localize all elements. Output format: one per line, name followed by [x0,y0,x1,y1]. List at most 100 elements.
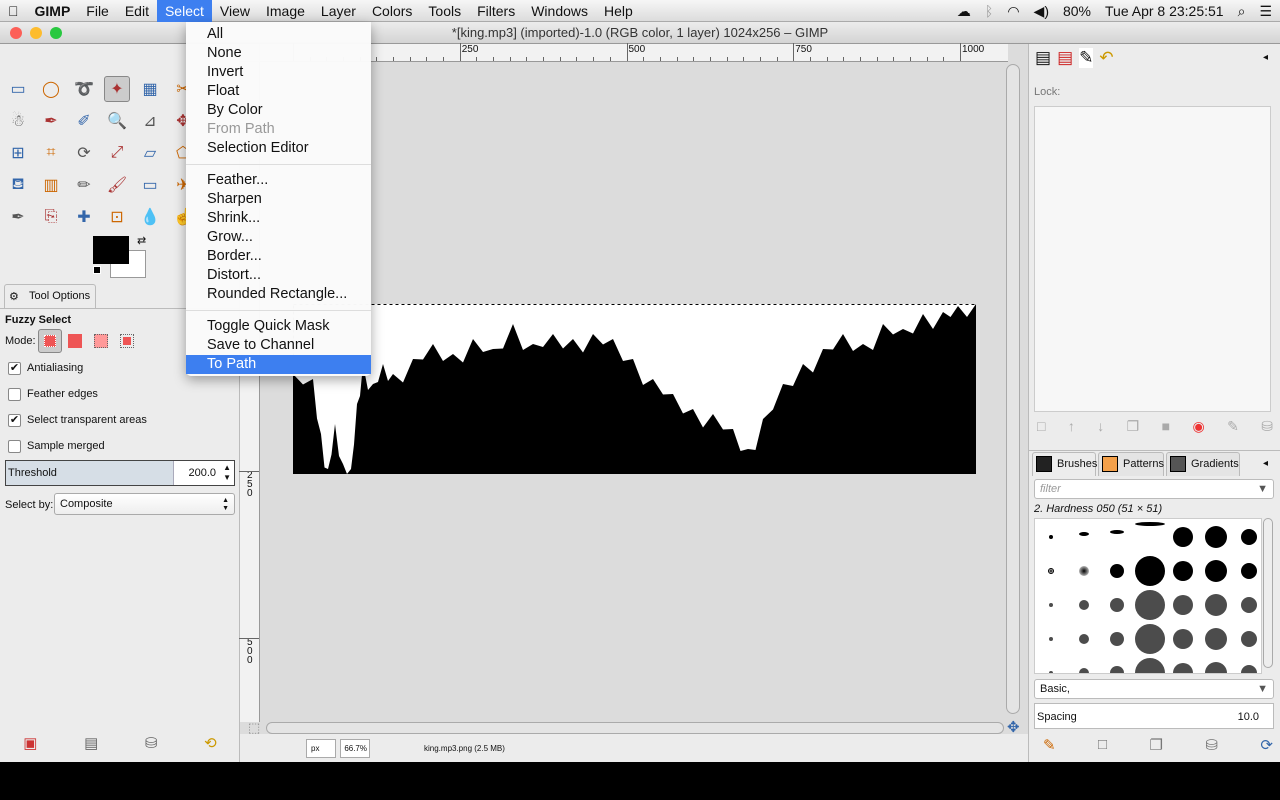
brush-item[interactable] [1079,634,1089,644]
checkbox[interactable] [8,440,21,453]
align-tool-icon[interactable]: ⊞ [5,140,31,166]
canvas-image[interactable] [293,304,976,474]
menu-item-toggle-quick-mask[interactable]: Toggle Quick Mask [186,317,371,336]
blend-tool-icon[interactable]: ▥ [38,172,64,198]
battery-status[interactable]: 80% [1063,3,1091,19]
color-picker-tool-icon[interactable]: ✐ [71,108,97,134]
delete-options-icon[interactable]: ⛁ [145,734,158,752]
menu-item-invert[interactable]: Invert [186,63,371,82]
horizontal-scrollbar[interactable] [266,722,1004,734]
zoom-field[interactable]: 66.7% [340,739,370,758]
swap-colors-icon[interactable]: ⇄ [137,234,146,247]
zoom-tool-icon[interactable]: 🔍 [104,108,130,134]
paths-tool-icon[interactable]: ✒ [38,108,64,134]
restore-options-icon[interactable]: ▤ [84,734,98,752]
brush-item[interactable] [1110,530,1124,534]
mode-intersect-button[interactable] [120,334,134,348]
scale-tool-icon[interactable]: ⤢ [104,140,130,166]
mode-subtract-button[interactable] [94,334,108,348]
brush-item[interactable] [1079,566,1089,576]
measure-tool-icon[interactable]: ⊿ [137,108,163,134]
wifi-icon[interactable]: ◠ [1007,3,1019,20]
rect-select-tool-icon[interactable]: ▭ [5,76,31,102]
dock-menu-icon[interactable]: ◂ [1263,52,1268,63]
ruler-horizontal[interactable]: 250 500 750 1000 [260,43,1008,62]
brush-item[interactable] [1173,663,1193,673]
delete-path-icon[interactable]: ⛁ [1261,418,1273,435]
brush-tag-dropdown[interactable]: Basic, ▼ [1034,679,1274,699]
shear-tool-icon[interactable]: ▱ [137,140,163,166]
tab-brushes[interactable]: Brushes [1032,452,1097,476]
brush-item[interactable] [1173,629,1193,649]
brush-item[interactable] [1049,637,1053,641]
brush-item[interactable] [1173,595,1193,615]
tab-gradients[interactable]: Gradients [1166,452,1240,476]
menu-app[interactable]: GIMP [27,0,79,22]
brush-item[interactable] [1110,598,1124,612]
menu-item-border[interactable]: Border... [186,247,371,266]
bucket-fill-tool-icon[interactable]: ⛾ [5,172,31,198]
lower-icon[interactable]: ↓ [1097,418,1104,435]
checkbox[interactable] [8,388,21,401]
rotate-tool-icon[interactable]: ⟳ [71,140,97,166]
ink-tool-icon[interactable]: ✒ [5,204,31,230]
brush-item[interactable] [1049,535,1053,539]
menu-item-float[interactable]: Float [186,82,371,101]
menu-item-rounded-rectangle[interactable]: Rounded Rectangle... [186,285,371,304]
paintbrush-tool-icon[interactable]: 🖌 [104,172,130,198]
volume-icon[interactable]: ◀) [1034,3,1049,20]
selection-to-path-icon[interactable]: ◉ [1192,418,1204,435]
menu-item-shrink[interactable]: Shrink... [186,209,371,228]
tab-patterns[interactable]: Patterns [1098,452,1164,476]
minimize-button[interactable] [30,27,42,39]
brush-item[interactable] [1241,563,1257,579]
path-to-selection-icon[interactable]: ■ [1162,418,1170,435]
vertical-scrollbar[interactable] [1006,64,1020,714]
spacing-slider[interactable]: Spacing 10.0 [1034,703,1274,729]
menu-item-feather[interactable]: Feather... [186,171,371,190]
brush-item[interactable] [1135,590,1165,620]
menu-item-sharpen[interactable]: Sharpen [186,190,371,209]
foreground-select-tool-icon[interactable]: ☃ [5,108,31,134]
refresh-brushes-icon[interactable]: ⟳ [1260,736,1273,754]
dropbox-icon[interactable]: ☁ [957,3,971,20]
duplicate-icon[interactable]: ❐ [1127,418,1140,435]
menu-item-selection-editor[interactable]: Selection Editor [186,139,371,158]
zoom-button[interactable] [50,27,62,39]
menu-item-all[interactable]: All [186,25,371,44]
brushes-menu-icon[interactable]: ◂ [1263,458,1268,469]
stroke-path-icon[interactable]: ✎ [1227,418,1239,435]
brush-item[interactable] [1241,631,1257,647]
menu-colors[interactable]: Colors [364,0,420,22]
channels-tab-icon[interactable]: ▤ [1057,48,1073,68]
reset-options-icon[interactable]: ⟲ [204,734,217,752]
brush-item[interactable] [1110,666,1124,673]
close-button[interactable] [10,27,22,39]
eraser-tool-icon[interactable]: ▭ [137,172,163,198]
paths-list[interactable] [1034,106,1271,412]
free-select-tool-icon[interactable]: ➰ [71,76,97,102]
menu-item-distort[interactable]: Distort... [186,266,371,285]
blur-tool-icon[interactable]: 💧 [137,204,163,230]
brush-item[interactable] [1048,568,1054,574]
perspective-clone-tool-icon[interactable]: ⊡ [104,204,130,230]
pencil-tool-icon[interactable]: ✏ [71,172,97,198]
reset-colors-icon[interactable] [93,266,101,274]
menu-item-grow[interactable]: Grow... [186,228,371,247]
menu-item-none[interactable]: None [186,44,371,63]
mode-add-button[interactable] [68,334,82,348]
color-select-tool-icon[interactable]: ▦ [137,76,163,102]
ellipse-select-tool-icon[interactable]: ◯ [38,76,64,102]
brush-scrollbar[interactable] [1263,518,1273,668]
save-options-icon[interactable]: ▣ [23,734,37,752]
brush-item[interactable] [1135,658,1165,673]
brush-item[interactable] [1079,668,1089,673]
menu-item-to-path[interactable]: To Path [186,355,371,374]
checkbox[interactable]: ✔ [8,362,21,375]
heal-tool-icon[interactable]: ✚ [71,204,97,230]
brush-item[interactable] [1205,662,1227,673]
menu-file[interactable]: File [78,0,117,22]
brush-grid[interactable] [1034,518,1262,674]
brush-item[interactable] [1205,628,1227,650]
brush-item[interactable] [1135,624,1165,654]
